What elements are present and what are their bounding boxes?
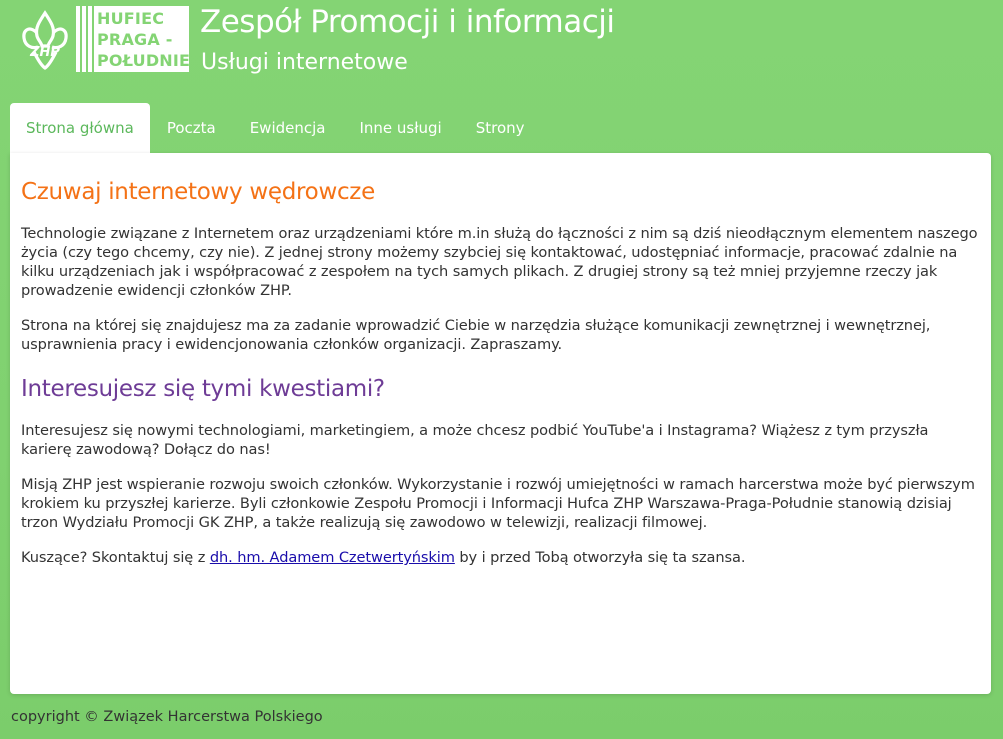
footer-copyright: copyright © Związek Harcerstwa Polskiego bbox=[11, 709, 323, 725]
zhp-lily-icon[interactable]: ZHP bbox=[20, 10, 70, 70]
hufiec-logo[interactable]: HUFIEC PRAGA - POŁUDNIE bbox=[76, 6, 191, 72]
paragraph-interest: Interesujesz się nowymi technologiami, m… bbox=[21, 422, 929, 458]
site-subtitle: Usługi internetowe bbox=[201, 50, 408, 75]
site-title: Zespół Promocji i informacji bbox=[200, 4, 615, 40]
tab-strony[interactable]: Strony bbox=[459, 103, 542, 153]
section-heading-welcome: Czuwaj internetowy wędrowcze bbox=[21, 179, 375, 205]
contact-text-before: Kuszące? Skontaktuj się z bbox=[21, 549, 210, 566]
paragraph-contact: Kuszące? Skontaktuj się z dh. hm. Adamem… bbox=[21, 548, 980, 567]
svg-text:ZHP: ZHP bbox=[29, 45, 60, 60]
hufiec-logo-line: PRAGA - bbox=[97, 30, 173, 49]
paragraph-intro: Technologie związane z Internetem oraz u… bbox=[21, 225, 978, 299]
paragraph-mission: Misją ZHP jest wspieranie rozwoju swoich… bbox=[21, 476, 975, 531]
tab-inne-uslugi[interactable]: Inne usługi bbox=[342, 103, 458, 153]
site-header: ZHP HUFIEC PRAGA - POŁUDNIE Zespół Promo… bbox=[0, 0, 1003, 100]
tab-strona-glowna[interactable]: Strona główna bbox=[10, 103, 150, 153]
hufiec-logo-line: POŁUDNIE bbox=[97, 51, 191, 70]
hufiec-logo-line: HUFIEC bbox=[97, 9, 165, 28]
content-panel: Czuwaj internetowy wędrowcze Technologie… bbox=[10, 153, 991, 694]
section-heading-interest: Interesujesz się tymi kwestiami? bbox=[21, 376, 385, 402]
tab-poczta[interactable]: Poczta bbox=[150, 103, 233, 153]
contact-text-after: by i przed Tobą otworzyła się ta szansa. bbox=[454, 549, 746, 566]
main-nav-tabs: Strona główna Poczta Ewidencja Inne usłu… bbox=[10, 103, 542, 153]
paragraph-purpose: Strona na której się znajdujesz ma za za… bbox=[21, 317, 931, 353]
logo-bars bbox=[76, 6, 92, 72]
tab-ewidencja[interactable]: Ewidencja bbox=[233, 103, 343, 153]
contact-person-link[interactable]: dh. hm. Adamem Czetwertyńskim bbox=[210, 549, 455, 566]
hufiec-logo-box: HUFIEC PRAGA - POŁUDNIE bbox=[94, 6, 191, 72]
